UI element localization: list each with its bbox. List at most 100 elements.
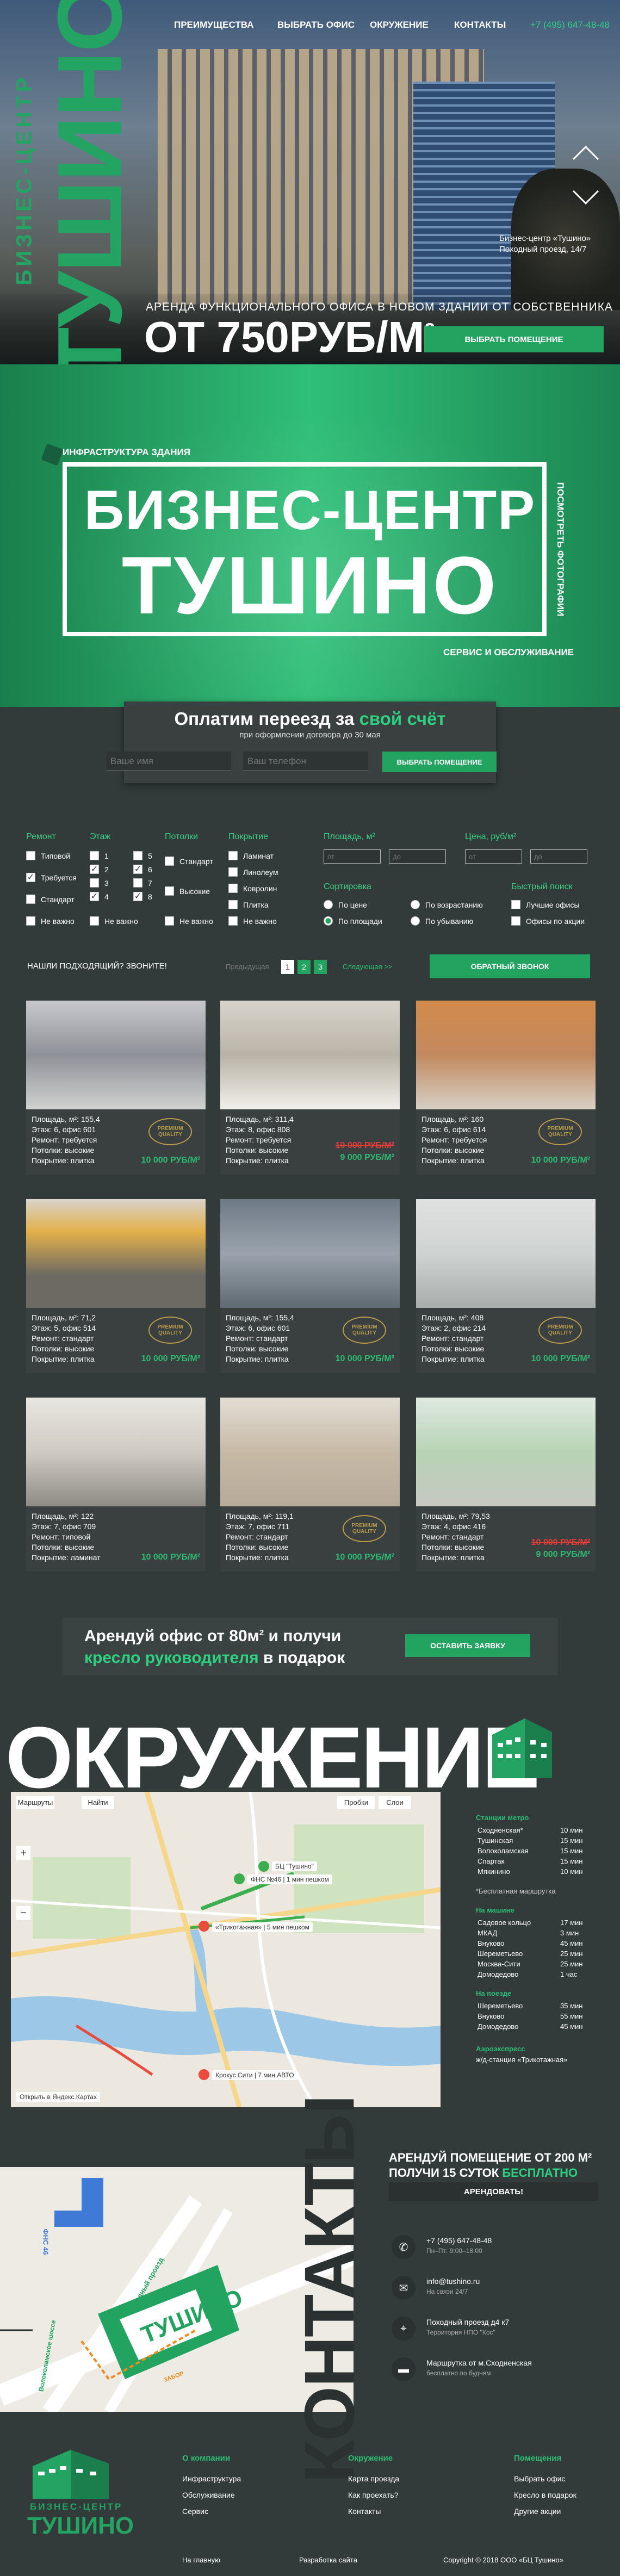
repair-option-checkbox[interactable] <box>26 851 35 860</box>
footer-link[interactable]: Сервис <box>182 2507 208 2516</box>
open-in-yandex-link[interactable]: Открыть в Яндекс.Картах <box>16 2092 100 2102</box>
office-photo[interactable] <box>220 1001 400 1109</box>
office-card[interactable]: Площадь, м²: 155,4 Этаж: 6, офис 601 Ремон… <box>220 1199 400 1373</box>
callback-button[interactable]: ОБРАТНЫЙ ЗВОНОК <box>430 954 590 978</box>
footer-link[interactable]: Как проехать? <box>348 2491 398 2499</box>
repair-option-checkbox[interactable] <box>26 895 35 904</box>
sort-radio[interactable] <box>324 916 333 926</box>
leave-request-button[interactable]: ОСТАВИТЬ ЗАЯВКУ <box>405 1634 530 1657</box>
rent-button[interactable]: АРЕНДОВАТЬ! <box>389 2182 598 2201</box>
office-card[interactable]: Площадь, м²: 408 Этаж: 2, офис 214 Ремонт:… <box>416 1199 596 1373</box>
office-card[interactable]: Площадь, м²: 155,4 Этаж: 6, офис 601 Ремон… <box>26 1001 206 1175</box>
quick-promo-checkbox[interactable] <box>511 916 520 926</box>
contact-email[interactable]: info@tushino.ru <box>426 2277 480 2286</box>
footer-link[interactable]: Выбрать офис <box>514 2474 565 2483</box>
area-from-input[interactable] <box>324 849 381 864</box>
office-photo[interactable] <box>26 1001 206 1109</box>
floor-option-checkbox[interactable] <box>90 916 99 926</box>
cover-option-checkbox[interactable] <box>228 916 238 926</box>
office-photo[interactable] <box>26 1398 206 1506</box>
phone-input[interactable] <box>243 752 368 771</box>
logo-big[interactable]: ТУШИНО <box>38 0 141 382</box>
footer-link[interactable]: Инфраструктура <box>182 2474 241 2483</box>
zoom-out-icon[interactable]: − <box>16 1906 30 1920</box>
office-card[interactable]: Площадь, м²: 79,53 Этаж: 4, офис 416 Ремон… <box>416 1398 596 1572</box>
floor-option-checkbox[interactable]: ✓ <box>133 865 142 874</box>
express-station: ж/д-станция «Трикотажная» <box>476 2056 568 2064</box>
floor-option-checkbox[interactable] <box>133 851 142 860</box>
footer-logo-icon[interactable] <box>22 2444 120 2499</box>
bus-icon: ▬ <box>392 2357 416 2381</box>
map-layers-button[interactable]: Слои <box>379 1796 411 1809</box>
office-photo[interactable] <box>26 1199 206 1308</box>
page-2[interactable]: 2 <box>297 960 311 974</box>
footer-col2-head[interactable]: Окружение <box>348 2454 393 2463</box>
ceiling-option-checkbox[interactable] <box>165 856 174 866</box>
footer-col3-head[interactable]: Помещения <box>514 2454 561 2463</box>
cover-option-checkbox[interactable] <box>228 867 238 877</box>
link-infrastructure[interactable]: ИНФРАСТРУКТУРА ЗДАНИЯ <box>63 447 190 458</box>
footer-dev-link[interactable]: Разработка сайта <box>299 2556 357 2564</box>
repair-option-checkbox[interactable] <box>26 916 35 926</box>
contact-phone[interactable]: +7 (495) 647-48-48 <box>426 2236 492 2245</box>
footer-col1-head[interactable]: О компании <box>182 2454 230 2463</box>
footer-link[interactable]: Кресло в подарок <box>514 2491 576 2499</box>
cover-option-checkbox[interactable] <box>228 851 238 860</box>
map-routes-button[interactable]: Маршруты <box>16 1796 54 1809</box>
ceiling-option-checkbox[interactable] <box>165 916 174 926</box>
footer-link[interactable]: Контакты <box>348 2507 381 2516</box>
floor-option-checkbox[interactable]: ✓ <box>133 892 142 901</box>
floor-option-checkbox[interactable] <box>133 878 142 887</box>
header-phone[interactable]: +7 (495) 647-48-48 <box>530 20 610 30</box>
office-card[interactable]: Площадь, м²: 160 Этаж: 6, офис 614 Ремонт:… <box>416 1001 596 1175</box>
nav-advantages[interactable]: ПРЕИМУЩЕСТВА <box>174 20 253 30</box>
page-1[interactable]: 1 <box>281 960 294 974</box>
floor-option-checkbox[interactable]: ✓ <box>90 892 99 901</box>
nav-choose-office[interactable]: ВЫБРАТЬ ОФИС <box>277 20 355 30</box>
next-page-link[interactable]: Следующая >> <box>343 963 393 971</box>
office-ceiling: Потолки: высокие <box>32 1543 95 1551</box>
name-input[interactable] <box>106 752 231 771</box>
office-photo[interactable] <box>416 1199 596 1308</box>
map-find-button[interactable]: Найти <box>82 1796 114 1809</box>
floor-option-checkbox[interactable] <box>90 851 99 860</box>
office-card[interactable]: Площадь, м²: 311,4 Этаж: 8, офис 808 Ремон… <box>220 1001 400 1175</box>
floor-option-checkbox[interactable]: ✓ <box>90 865 99 874</box>
ceiling-option-checkbox[interactable] <box>165 886 174 896</box>
sort-radio[interactable] <box>411 900 420 909</box>
move-submit-button[interactable]: ВЫБРАТЬ ПОМЕЩЕНИЕ <box>382 752 497 772</box>
choose-room-button[interactable]: ВЫБРАТЬ ПОМЕЩЕНИЕ <box>424 326 604 352</box>
sort-radio[interactable] <box>411 916 420 926</box>
logo-vertical[interactable]: БИЗНЕС-ЦЕНТР <box>11 0 38 364</box>
price-from-input[interactable] <box>465 849 522 864</box>
area-to-input[interactable] <box>389 849 446 864</box>
link-photos[interactable]: ПОСМОТРЕТЬ ФОТОГРАФИИ <box>552 462 568 636</box>
nav-contacts[interactable]: КОНТАКТЫ <box>454 20 506 30</box>
link-service[interactable]: СЕРВИС И ОБСЛУЖИВАНИЕ <box>443 647 574 658</box>
footer-link[interactable]: Другие акции <box>514 2507 561 2516</box>
zoom-in-icon[interactable]: + <box>16 1846 30 1860</box>
price-to-input[interactable] <box>530 849 587 864</box>
quick-best-checkbox[interactable] <box>511 900 520 909</box>
floor-option-checkbox[interactable] <box>90 878 99 887</box>
repair-option-checkbox[interactable]: ✓ <box>26 873 35 882</box>
office-card[interactable]: Площадь, м²: 71,2 Этаж: 5, офис 514 Ремонт… <box>26 1199 206 1373</box>
page-3[interactable]: 3 <box>314 960 327 974</box>
office-photo[interactable] <box>220 1199 400 1308</box>
footer-link[interactable]: Обслуживание <box>182 2491 235 2499</box>
office-card[interactable]: Площадь, м²: 122 Этаж: 7, офис 709 Ремонт:… <box>26 1398 206 1572</box>
office-photo[interactable] <box>220 1398 400 1506</box>
nav-environment[interactable]: ОКРУЖЕНИЕ <box>370 20 429 30</box>
office-card[interactable]: Площадь, м²: 119,1 Этаж: 7, офис 711 Ремон… <box>220 1398 400 1572</box>
office-photo[interactable] <box>416 1001 596 1109</box>
prev-page-link[interactable]: Предыдущая <box>226 963 269 971</box>
footer-link[interactable]: Карта проезда <box>348 2474 399 2483</box>
sort-radio[interactable] <box>324 900 333 909</box>
map-traffic-button[interactable]: Пробки <box>337 1796 375 1809</box>
cover-option-checkbox[interactable] <box>228 884 238 893</box>
cover-option-checkbox[interactable] <box>228 900 238 909</box>
yandex-map[interactable]: Маршруты Найти Пробки Слои + − БЦ "Тушин… <box>11 1792 441 2107</box>
office-photo[interactable] <box>416 1398 596 1506</box>
footer-home-link[interactable]: На главную <box>182 2556 220 2564</box>
office-cover: Покрытие: плитка <box>226 1553 289 1562</box>
